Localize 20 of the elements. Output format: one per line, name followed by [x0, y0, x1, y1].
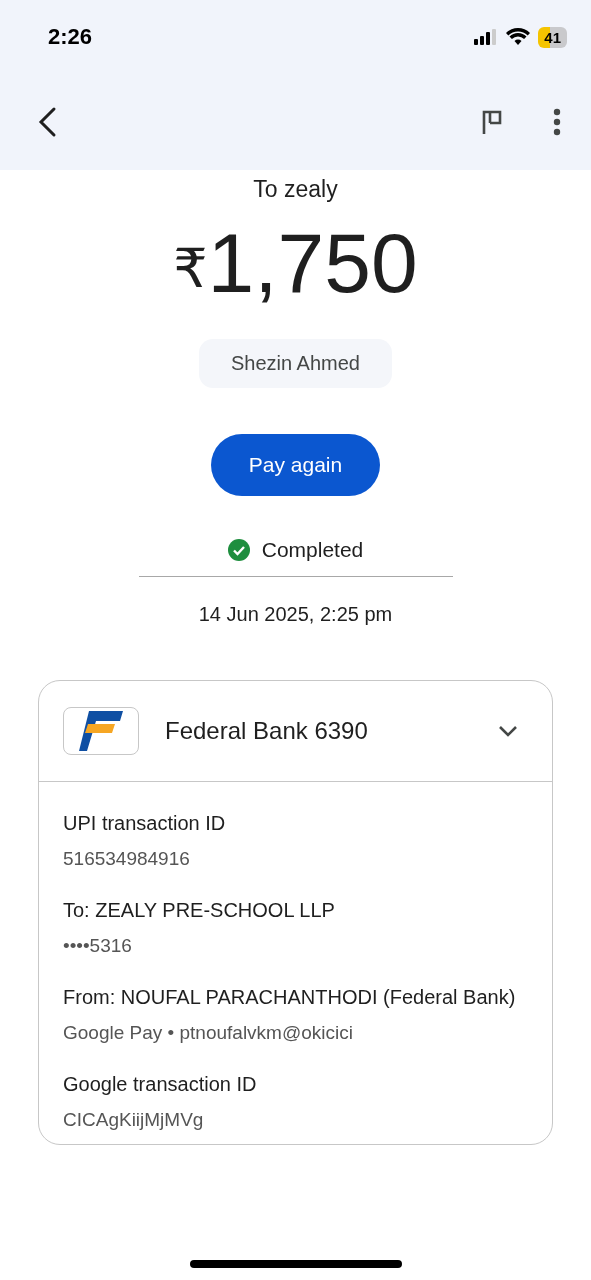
- detail-value: 516534984916: [63, 847, 191, 871]
- signal-icon: [474, 29, 499, 45]
- detail-value: Google Pay • ptnoufalvkm@okicici: [63, 1021, 354, 1045]
- transaction-date: 14 Jun 2025, 2:25 pm: [198, 603, 393, 626]
- detail-label: From: NOUFAL PARACHANTHODI (Federal Bank): [63, 985, 517, 1010]
- currency-symbol: ₹: [173, 237, 208, 300]
- recipient-title: To zealy: [253, 176, 338, 203]
- payer-name: Shezin Ahmed: [199, 339, 392, 388]
- detail-label: Google transaction ID: [63, 1072, 258, 1097]
- bank-account: Federal Bank 6390: [165, 717, 369, 745]
- status-time: 2:26: [48, 24, 93, 50]
- check-circle-icon: [227, 539, 250, 561]
- status-label: Completed: [261, 538, 364, 562]
- payment-amount: 1,750: [207, 221, 418, 305]
- detail-label: To: ZEALY PRE-SCHOOL LLP: [63, 898, 336, 923]
- detail-value: ••••5316: [63, 934, 133, 958]
- pay-again-button[interactable]: Pay again: [210, 434, 381, 496]
- detail-value: CICAgKiijMjMVg: [63, 1108, 205, 1132]
- wifi-icon: [506, 28, 531, 46]
- detail-label: UPI transaction ID: [63, 811, 227, 836]
